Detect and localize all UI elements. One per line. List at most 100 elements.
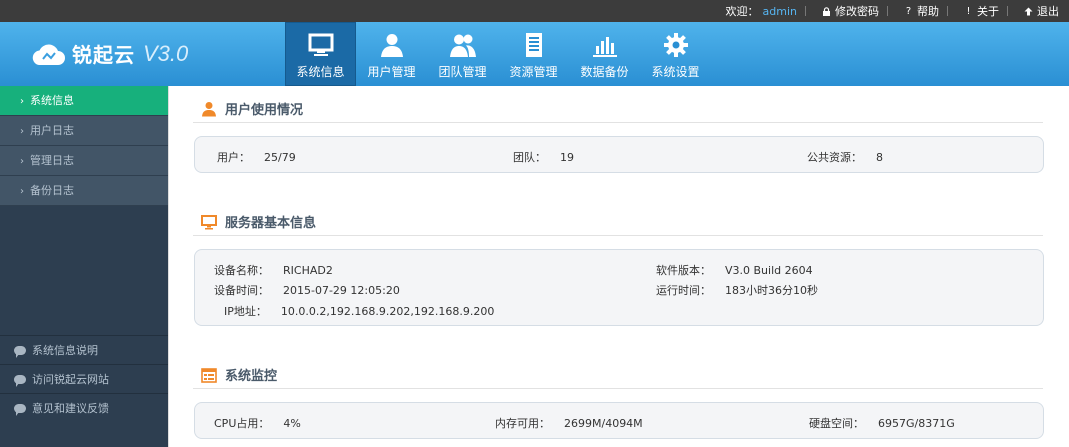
user-icon bbox=[202, 101, 216, 116]
nav-label: 数据备份 bbox=[580, 65, 629, 79]
device-time-label: 设备时间： bbox=[214, 284, 269, 297]
divider bbox=[887, 6, 888, 16]
chevron-right-icon: › bbox=[20, 186, 24, 197]
top-bar: 欢迎： admin 修改密码 ? 帮助 ! 关于 退出 bbox=[0, 0, 1069, 22]
sidebar-item-user-log[interactable]: › 用户日志 bbox=[0, 116, 168, 146]
sidebar-footer: 系统信息说明 访问锐起云网站 意见和建议反馈 bbox=[0, 335, 168, 422]
cloud-icon bbox=[32, 44, 65, 65]
monitor-icon bbox=[308, 33, 333, 56]
divider bbox=[1007, 6, 1008, 16]
chevron-right-icon: › bbox=[20, 126, 24, 137]
nav-label: 系统设置 bbox=[651, 65, 700, 79]
sidebar-item-label: 备份日志 bbox=[30, 184, 74, 197]
chat-bubble-icon bbox=[14, 374, 26, 387]
sidebar-menu: › 系统信息 › 用户日志 › 管理日志 › 备份日志 bbox=[0, 86, 168, 206]
help-link[interactable]: ? 帮助 bbox=[904, 3, 939, 19]
chat-bubble-icon bbox=[14, 403, 26, 416]
lock-icon bbox=[822, 6, 831, 16]
cpu-usage-label: CPU占用： bbox=[214, 417, 270, 430]
sidebar-item-backup-log[interactable]: › 备份日志 bbox=[0, 176, 168, 206]
disk-stat: 硬盘空间： 6957G/8371G bbox=[809, 415, 955, 431]
sidebar-item-admin-log[interactable]: › 管理日志 bbox=[0, 146, 168, 176]
welcome-label: 欢迎： bbox=[725, 5, 759, 18]
sidebar-footer-label: 访问锐起云网站 bbox=[32, 372, 109, 386]
memory-stat: 内存可用： 2699M/4094M bbox=[495, 415, 643, 431]
sidebar-footer-label: 意见和建议反馈 bbox=[32, 401, 109, 415]
users-label: 用户： bbox=[217, 151, 250, 164]
nav-team-management[interactable]: 团队管理 bbox=[427, 22, 498, 86]
software-version-label: 软件版本： bbox=[656, 264, 711, 277]
chevron-right-icon: › bbox=[20, 96, 24, 107]
nav-system-settings[interactable]: 系统设置 bbox=[640, 22, 711, 86]
cpu-usage-value: 4% bbox=[283, 417, 301, 430]
sidebar-item-label: 系统信息 bbox=[30, 94, 74, 107]
teams-value: 19 bbox=[560, 151, 574, 164]
nav-data-backup[interactable]: 数据备份 bbox=[569, 22, 640, 86]
section-title: 服务器基本信息 bbox=[225, 216, 317, 231]
section-title: 用户使用情况 bbox=[225, 103, 304, 118]
divider bbox=[805, 6, 806, 16]
divider bbox=[947, 6, 948, 16]
current-user-link[interactable]: admin bbox=[763, 5, 797, 18]
users-value: 25/79 bbox=[264, 151, 296, 164]
cpu-usage-stat: CPU占用： 4% bbox=[214, 415, 301, 431]
arrow-up-icon bbox=[1024, 7, 1033, 16]
top-links: 欢迎： admin 修改密码 ? 帮助 ! 关于 退出 bbox=[714, 0, 1059, 22]
sidebar-link-visit-website[interactable]: 访问锐起云网站 bbox=[0, 364, 168, 393]
teams-stat: 团队： 19 bbox=[513, 149, 574, 165]
sidebar-footer-label: 系统信息说明 bbox=[32, 343, 98, 357]
change-password-link[interactable]: 修改密码 bbox=[822, 3, 879, 19]
device-name-label: 设备名称： bbox=[214, 264, 269, 277]
public-resources-label: 公共资源： bbox=[807, 151, 862, 164]
usage-panel: 用户： 25/79 团队： 19 公共资源： 8 bbox=[194, 136, 1044, 173]
uptime-stat: 运行时间： 183小时36分10秒 bbox=[656, 282, 818, 298]
change-password-label: 修改密码 bbox=[835, 5, 879, 18]
about-label: 关于 bbox=[977, 5, 999, 18]
software-version-value: V3.0 Build 2604 bbox=[725, 264, 813, 277]
monitor-section-header: 系统监控 bbox=[193, 361, 1043, 389]
logo: 锐起云 V3.0 bbox=[30, 39, 188, 68]
nav-label: 系统信息 bbox=[296, 65, 345, 79]
logout-label: 退出 bbox=[1037, 5, 1059, 18]
sidebar-item-label: 用户日志 bbox=[30, 124, 74, 137]
sidebar-link-feedback[interactable]: 意见和建议反馈 bbox=[0, 393, 168, 422]
sidebar-item-label: 管理日志 bbox=[30, 154, 74, 167]
question-icon: ? bbox=[905, 5, 912, 17]
sidebar: › 系统信息 › 用户日志 › 管理日志 › 备份日志 系统信息说明 访问锐起云网站 意… bbox=[0, 86, 168, 447]
monitor-panel: CPU占用： 4% 内存可用： 2699M/4094M 硬盘空间： 6957G/837… bbox=[194, 402, 1044, 439]
about-link[interactable]: ! 关于 bbox=[964, 3, 999, 19]
disk-label: 硬盘空间： bbox=[809, 417, 864, 430]
nav-user-management[interactable]: 用户管理 bbox=[356, 22, 427, 86]
public-resources-stat: 公共资源： 8 bbox=[807, 149, 883, 165]
ip-address-stat: IP地址： 10.0.0.2,192.168.9.202,192.168.9.20… bbox=[224, 303, 494, 319]
header: 锐起云 V3.0 系统信息 用户管理 团队管理 资源管理 数据备份 系统设置 bbox=[0, 22, 1069, 86]
chat-bubble-icon bbox=[14, 345, 26, 358]
logout-link[interactable]: 退出 bbox=[1024, 3, 1059, 19]
device-time-value: 2015-07-29 12:05:20 bbox=[283, 284, 400, 297]
gear-icon bbox=[663, 33, 688, 57]
logo-name: 锐起云 bbox=[72, 43, 135, 67]
memory-label: 内存可用： bbox=[495, 417, 550, 430]
teams-label: 团队： bbox=[513, 151, 546, 164]
usage-section-header: 用户使用情况 bbox=[193, 95, 1043, 123]
disk-value: 6957G/8371G bbox=[878, 417, 955, 430]
team-icon bbox=[449, 34, 476, 57]
nav-resource-management[interactable]: 资源管理 bbox=[498, 22, 569, 86]
ip-address-label: IP地址： bbox=[224, 305, 267, 318]
sidebar-item-system-info[interactable]: › 系统信息 bbox=[0, 86, 168, 116]
user-icon bbox=[380, 34, 403, 57]
section-title: 系统监控 bbox=[225, 369, 278, 384]
calendar-icon bbox=[201, 367, 217, 383]
software-version-stat: 软件版本： V3.0 Build 2604 bbox=[656, 262, 813, 278]
main-nav: 系统信息 用户管理 团队管理 资源管理 数据备份 系统设置 bbox=[285, 22, 711, 86]
sidebar-link-system-info-help[interactable]: 系统信息说明 bbox=[0, 335, 168, 364]
nav-system-info[interactable]: 系统信息 bbox=[285, 22, 356, 86]
ip-address-value: 10.0.0.2,192.168.9.202,192.168.9.200 bbox=[280, 305, 495, 318]
logo-version: V3.0 bbox=[143, 40, 189, 66]
device-name-stat: 设备名称： RICHAD2 bbox=[214, 262, 333, 278]
server-panel: 设备名称： RICHAD2 设备时间： 2015-07-29 12:05:20 IP… bbox=[194, 249, 1044, 326]
welcome-text: 欢迎： admin bbox=[726, 3, 797, 19]
nav-label: 资源管理 bbox=[509, 65, 558, 79]
exclamation-icon: ! bbox=[966, 5, 971, 17]
memory-value: 2699M/4094M bbox=[564, 417, 643, 430]
